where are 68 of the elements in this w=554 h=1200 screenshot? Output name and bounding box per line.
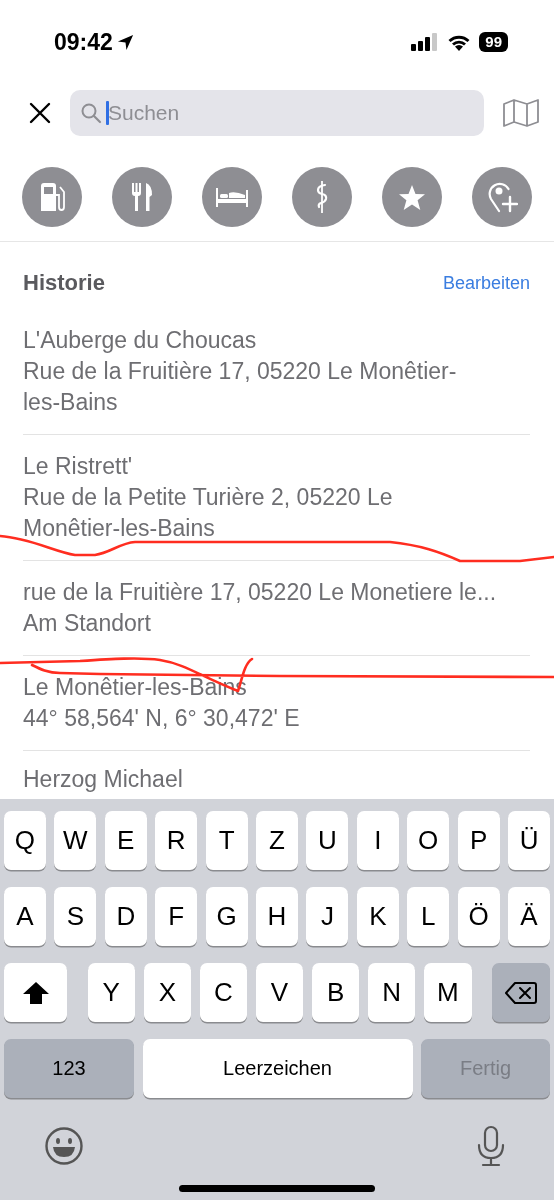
place-name[interactable]: rue de la Fruitière 17, 05220 Le Monetiere le... bbox=[23, 577, 530, 608]
keyboard-key[interactable]: R bbox=[155, 811, 198, 870]
keyboard-key[interactable]: L bbox=[407, 887, 450, 946]
close-icon[interactable] bbox=[28, 101, 52, 125]
place-name[interactable]: Herzog Michael bbox=[23, 764, 489, 795]
keyboard-key[interactable]: O bbox=[407, 811, 450, 870]
keyboard-key[interactable]: C bbox=[199, 963, 248, 1022]
shift-key[interactable] bbox=[4, 963, 67, 1022]
map-icon[interactable] bbox=[502, 98, 540, 128]
keyboard-key[interactable]: S bbox=[54, 887, 97, 946]
category-button[interactable] bbox=[22, 167, 82, 227]
signal-icon bbox=[411, 33, 440, 51]
backspace-icon bbox=[505, 980, 537, 1005]
place-address: Rue de la Petite Turière 2, 05220 Le Monêtier-les-Bains bbox=[23, 483, 394, 543]
fork-knife-icon bbox=[129, 181, 155, 213]
keyboard-key[interactable]: T bbox=[205, 811, 248, 870]
place-address: Am Standort bbox=[23, 609, 152, 638]
status-time: 09:42 bbox=[54, 28, 113, 56]
section-title: Historie bbox=[23, 270, 105, 296]
keyboard-key[interactable]: G bbox=[205, 887, 248, 946]
place-address: 44° 58,564' N, 6° 30,472' E bbox=[23, 704, 301, 733]
keyboard-key[interactable]: F bbox=[155, 887, 198, 946]
keyboard-key[interactable]: V bbox=[255, 963, 304, 1022]
shift-icon bbox=[21, 980, 50, 1005]
place-name[interactable]: L'Auberge du Choucas bbox=[23, 325, 489, 356]
category-button[interactable] bbox=[112, 167, 172, 227]
keyboard-key[interactable]: X bbox=[143, 963, 192, 1022]
bed-icon bbox=[215, 186, 249, 208]
category-button[interactable] bbox=[202, 167, 262, 227]
delete-key[interactable] bbox=[492, 963, 550, 1022]
keyboard-key[interactable]: Ö bbox=[457, 887, 500, 946]
search-bar[interactable]: Suchen bbox=[70, 90, 484, 136]
keyboard-key[interactable]: W bbox=[54, 811, 97, 870]
keyboard-key[interactable]: U bbox=[306, 811, 349, 870]
keyboard-key[interactable]: Ü bbox=[508, 811, 550, 870]
search-field[interactable]: Suchen bbox=[106, 101, 484, 125]
microphone-icon[interactable] bbox=[476, 1125, 506, 1167]
keyboard-key[interactable]: H bbox=[256, 887, 298, 946]
keyboard-key[interactable]: J bbox=[306, 887, 349, 946]
keyboard-key[interactable]: Q bbox=[4, 811, 46, 870]
place-address: Rue de la Fruitière 17, 05220 Le Monêtier-les-Bains bbox=[23, 357, 458, 417]
category-button[interactable] bbox=[382, 167, 442, 227]
pin-plus-icon bbox=[486, 180, 518, 214]
wifi-icon bbox=[447, 33, 472, 51]
keyboard-key[interactable]: D bbox=[104, 887, 147, 946]
location-arrow-icon bbox=[115, 32, 135, 52]
keyboard-key[interactable]: M bbox=[423, 963, 472, 1022]
category-button[interactable] bbox=[292, 167, 352, 227]
emoji-icon[interactable] bbox=[44, 1126, 84, 1166]
keyboard-key[interactable]: K bbox=[356, 887, 399, 946]
keyboard-key[interactable]: P bbox=[457, 811, 500, 870]
keyboard-key[interactable]: I bbox=[356, 811, 399, 870]
keyboard-key[interactable]: N bbox=[367, 963, 416, 1022]
search-icon bbox=[80, 102, 102, 124]
keyboard-key[interactable]: Ä bbox=[508, 887, 550, 946]
place-name[interactable]: Le Monêtier-les-Bains bbox=[23, 672, 489, 703]
keyboard-key[interactable]: Z bbox=[256, 811, 298, 870]
keyboard-key[interactable]: A bbox=[4, 887, 46, 946]
space-key[interactable]: Leerzeichen bbox=[142, 1039, 413, 1098]
place-name[interactable]: Le Ristrett' bbox=[23, 451, 489, 482]
keyboard-key[interactable]: Y bbox=[87, 963, 136, 1022]
category-button[interactable] bbox=[472, 167, 532, 227]
battery-indicator: 99 bbox=[479, 32, 508, 52]
keyboard-key[interactable]: E bbox=[104, 811, 147, 870]
keyboard-key[interactable]: B bbox=[311, 963, 360, 1022]
numbers-key[interactable]: 123 bbox=[4, 1039, 134, 1098]
edit-link[interactable]: Bearbeiten bbox=[442, 272, 530, 294]
star-icon bbox=[398, 183, 426, 211]
